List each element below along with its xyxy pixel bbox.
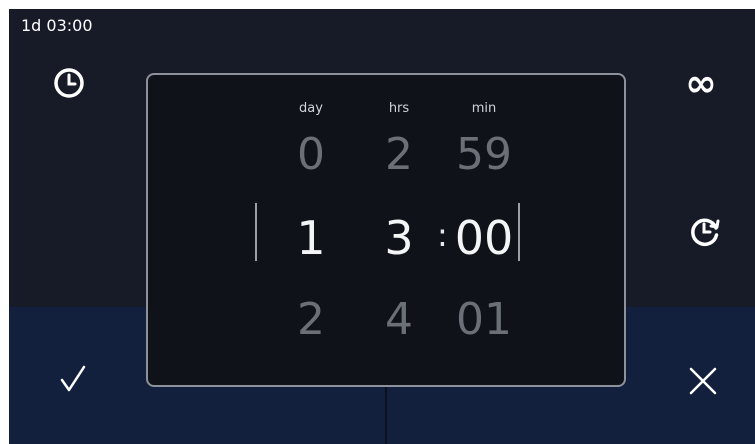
- timer-screen: 1d 03:00 ∞ day hrs min 0 2 59 1 3: 00 2…: [9, 9, 755, 444]
- time-picker-dialog: day hrs min 0 2 59 1 3 : 00 2 4 01: [146, 73, 626, 387]
- min-prev-value[interactable]: 59: [439, 133, 529, 177]
- selection-left-bar: [255, 203, 257, 261]
- infinity-icon[interactable]: ∞: [677, 61, 725, 105]
- hrs-header: hrs: [388, 101, 410, 116]
- clock-arrow-icon[interactable]: [685, 211, 725, 251]
- hrs-next-value[interactable]: 4: [354, 298, 444, 342]
- min-header: min: [471, 101, 497, 116]
- clock-icon[interactable]: [49, 63, 89, 103]
- hrs-prev-value[interactable]: 2: [354, 133, 444, 177]
- min-selected-value[interactable]: 00: [439, 215, 529, 261]
- day-prev-value[interactable]: 0: [266, 133, 356, 177]
- close-icon[interactable]: [683, 361, 723, 401]
- day-header: day: [299, 101, 323, 116]
- day-next-value[interactable]: 2: [266, 298, 356, 342]
- min-next-value[interactable]: 01: [439, 298, 529, 342]
- day-selected-value[interactable]: 1: [266, 215, 356, 261]
- check-icon[interactable]: [53, 359, 93, 399]
- hrs-selected-value[interactable]: 3: [354, 215, 444, 261]
- remaining-time-label: 1d 03:00: [21, 16, 93, 35]
